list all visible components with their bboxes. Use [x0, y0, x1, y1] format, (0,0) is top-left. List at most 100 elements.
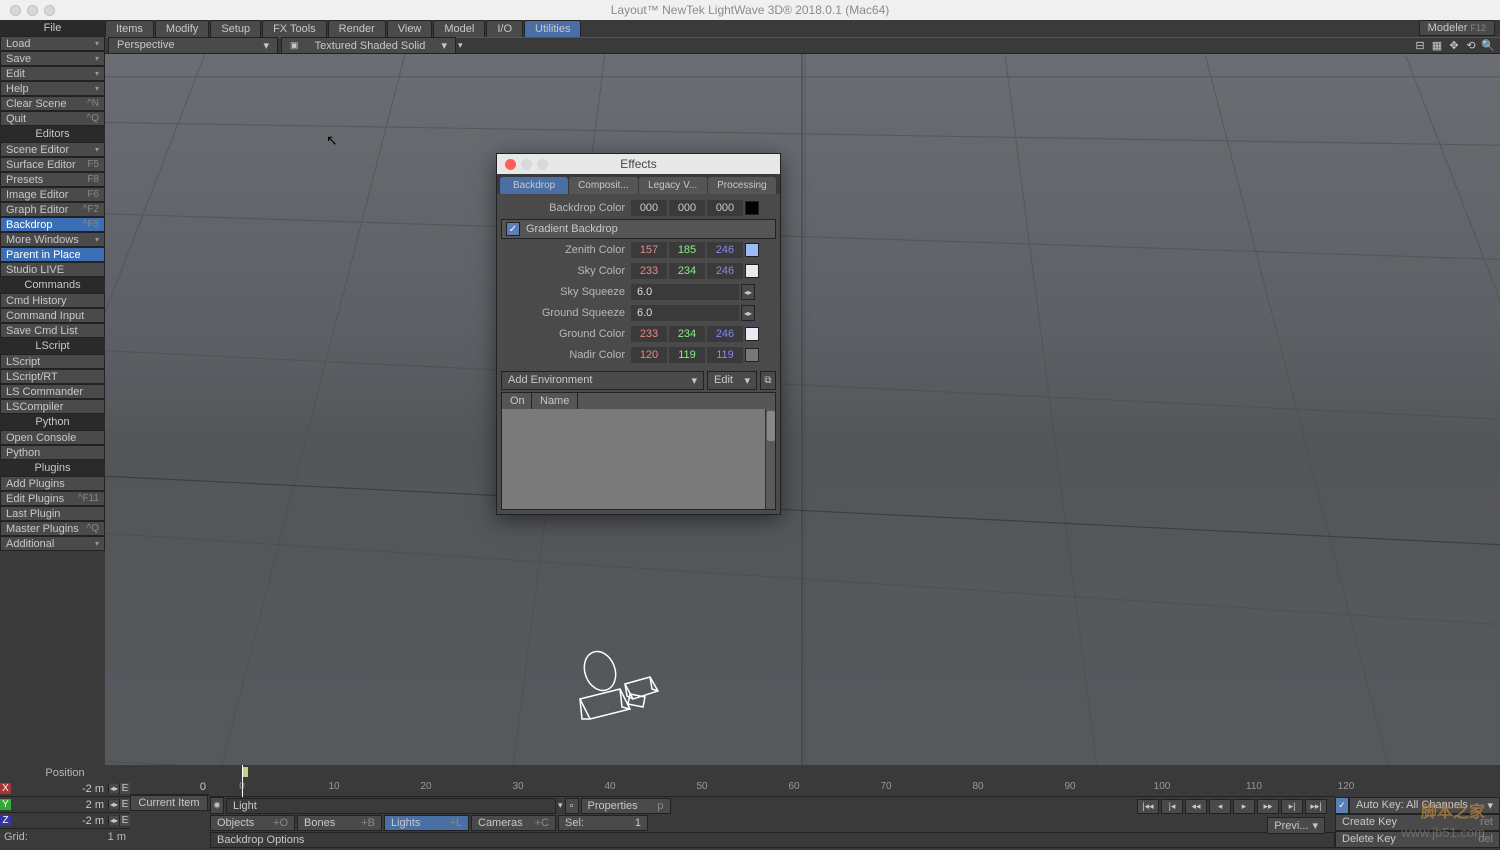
square-icon[interactable]: ▫ — [565, 798, 579, 814]
sidebar-graph-editor[interactable]: Graph Editor^F2 — [0, 202, 105, 217]
mode-cameras[interactable]: Cameras+C — [471, 815, 556, 831]
color-value[interactable]: 246 — [707, 242, 743, 258]
create-key-button[interactable]: Create Keyret — [1335, 814, 1500, 831]
move-icon[interactable]: ✥ — [1447, 39, 1461, 53]
tab-processing[interactable]: Processing — [708, 177, 776, 194]
color-value[interactable]: 234 — [669, 263, 705, 279]
dropdown-icon[interactable]: ▾ — [458, 40, 463, 51]
envelope-button[interactable]: E — [119, 799, 130, 810]
sidebar-additional[interactable]: Additional▾ — [0, 536, 105, 551]
current-item-field[interactable]: Light — [226, 798, 556, 814]
sidebar-help[interactable]: Help▾ — [0, 81, 105, 96]
view-mode-select[interactable]: Perspective▾ — [108, 37, 278, 54]
spinner-icon[interactable]: ◂▸ — [108, 784, 119, 793]
menu-fx tools[interactable]: FX Tools — [262, 20, 327, 37]
grid-icon[interactable]: ▦ — [1430, 39, 1444, 53]
sidebar-open-console[interactable]: Open Console — [0, 430, 105, 445]
shading-select[interactable]: ▣Textured Shaded Solid▾ — [281, 37, 456, 54]
sidebar-add-plugins[interactable]: Add Plugins — [0, 476, 105, 491]
copy-icon[interactable]: ⧉ — [760, 371, 776, 390]
properties-button[interactable]: Propertiesp — [581, 798, 671, 814]
sidebar-lscript/rt[interactable]: LScript/RT — [0, 369, 105, 384]
min-icon[interactable] — [521, 159, 532, 170]
max-dot[interactable] — [44, 5, 55, 16]
next-key-icon[interactable]: ▸| — [1281, 799, 1303, 814]
menu-utilities[interactable]: Utilities — [524, 20, 581, 37]
modeler-button[interactable]: Modeler F12 — [1419, 20, 1495, 36]
sidebar-master-plugins[interactable]: Master Plugins^Q — [0, 521, 105, 536]
sidebar-scene-editor[interactable]: Scene Editor▾ — [0, 142, 105, 157]
sidebar-clear-scene[interactable]: Clear Scene^N — [0, 96, 105, 111]
max-icon[interactable] — [537, 159, 548, 170]
backdrop-color-swatch[interactable] — [745, 201, 759, 215]
sidebar-python[interactable]: Python — [0, 445, 105, 460]
delete-key-button[interactable]: Delete Keydel — [1335, 831, 1500, 848]
color-swatch[interactable] — [745, 327, 759, 341]
gradient-checkbox[interactable]: ✓ — [506, 222, 520, 236]
mode-lights[interactable]: Lights+L — [384, 815, 469, 831]
edit-dropdown[interactable]: Edit▾ — [707, 371, 757, 390]
sidebar-surface-editor[interactable]: Surface EditorF5 — [0, 157, 105, 172]
sidebar-lscompiler[interactable]: LSCompiler — [0, 399, 105, 414]
close-dot[interactable] — [10, 5, 21, 16]
sidebar-edit-plugins[interactable]: Edit Plugins^F11 — [0, 491, 105, 506]
sidebar-save[interactable]: Save▾ — [0, 51, 105, 66]
last-frame-icon[interactable]: ▸▸| — [1305, 799, 1327, 814]
spinner-icon[interactable]: ◂▸ — [741, 305, 755, 321]
coord-value[interactable]: -2 m — [11, 815, 108, 827]
sidebar-lscript[interactable]: LScript — [0, 354, 105, 369]
color-value[interactable]: 000 — [669, 200, 705, 216]
tab-legacy v[interactable]: Legacy V... — [639, 177, 707, 194]
color-value[interactable]: 233 — [631, 326, 667, 342]
color-value[interactable]: 234 — [669, 326, 705, 342]
sidebar-more-windows[interactable]: More Windows▾ — [0, 232, 105, 247]
play-icon[interactable]: ▸ — [1233, 799, 1255, 814]
coord-value[interactable]: 2 m — [11, 799, 108, 811]
scrollbar[interactable] — [765, 409, 775, 509]
next-frame-icon[interactable]: ▸▸ — [1257, 799, 1279, 814]
sidebar-studio-live[interactable]: Studio LIVE — [0, 262, 105, 277]
color-value[interactable]: 233 — [631, 263, 667, 279]
close-icon[interactable] — [505, 159, 516, 170]
prev-frame-icon[interactable]: ◂◂ — [1185, 799, 1207, 814]
sidebar-backdrop[interactable]: Backdrop^F5 — [0, 217, 105, 232]
sky-squeeze-input[interactable]: 6.0 — [631, 284, 739, 300]
timeline-ruler[interactable]: 0102030405060708090100110120 — [210, 765, 1335, 797]
sidebar-load[interactable]: Load▾ — [0, 36, 105, 51]
menu-render[interactable]: Render — [328, 20, 386, 37]
sidebar-cmd-history[interactable]: Cmd History — [0, 293, 105, 308]
mode-objects[interactable]: Objects+O — [210, 815, 295, 831]
sidebar-last-plugin[interactable]: Last Plugin — [0, 506, 105, 521]
sidebar-presets[interactable]: PresetsF8 — [0, 172, 105, 187]
preview-button[interactable]: Previ... ▾ — [1267, 817, 1325, 834]
menu-i/o[interactable]: I/O — [486, 20, 523, 37]
chevron-down-icon[interactable]: ▾ — [558, 800, 563, 811]
color-value[interactable]: 246 — [707, 263, 743, 279]
tab-backdrop[interactable]: Backdrop — [500, 177, 568, 194]
envelope-button[interactable]: E — [119, 783, 130, 794]
coord-value[interactable]: -2 m — [11, 783, 108, 795]
menu-modify[interactable]: Modify — [155, 20, 209, 37]
color-swatch[interactable] — [745, 243, 759, 257]
spinner-icon[interactable]: ◂▸ — [108, 816, 119, 825]
sidebar-edit[interactable]: Edit▾ — [0, 66, 105, 81]
tab-composit[interactable]: Composit... — [569, 177, 637, 194]
frame-field[interactable]: 0 — [130, 781, 210, 793]
color-value[interactable]: 119 — [669, 347, 705, 363]
color-value[interactable]: 000 — [707, 200, 743, 216]
sidebar-quit[interactable]: Quit^Q — [0, 111, 105, 126]
menu-model[interactable]: Model — [433, 20, 485, 37]
add-environment-dropdown[interactable]: Add Environment▾ — [501, 371, 704, 390]
envelope-button[interactable]: E — [119, 815, 130, 826]
menu-items[interactable]: Items — [105, 20, 154, 37]
menu-setup[interactable]: Setup — [210, 20, 261, 37]
autokey-checkbox[interactable]: ✓ — [1335, 797, 1349, 814]
prev-key-icon[interactable]: |◂ — [1161, 799, 1183, 814]
color-value[interactable]: 120 — [631, 347, 667, 363]
list-icon[interactable]: ⊟ — [1413, 39, 1427, 53]
mode-bones[interactable]: Bones+B — [297, 815, 382, 831]
play-back-icon[interactable]: ◂ — [1209, 799, 1231, 814]
ground-squeeze-input[interactable]: 6.0 — [631, 305, 739, 321]
color-swatch[interactable] — [745, 348, 759, 362]
color-value[interactable]: 246 — [707, 326, 743, 342]
